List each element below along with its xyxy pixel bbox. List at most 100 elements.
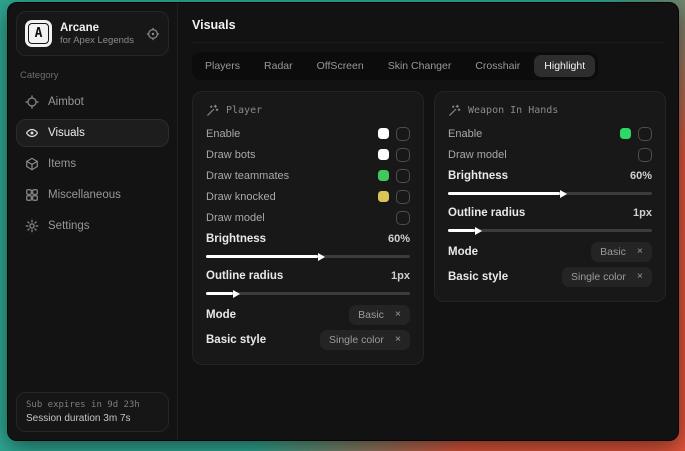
setting-label: Mode xyxy=(206,309,236,321)
gear-icon xyxy=(25,219,39,233)
slider-thumb[interactable] xyxy=(318,253,325,261)
setting-row-basic-style: Basic style Single color × xyxy=(448,264,652,289)
tab-highlight[interactable]: Highlight xyxy=(534,55,595,77)
setting-row-draw-teammates: Draw teammates xyxy=(206,165,410,186)
slider-fill xyxy=(448,192,560,195)
panels-container: PlayerEnableDraw botsDraw teammatesDraw … xyxy=(192,91,666,365)
slider-brightness[interactable] xyxy=(448,192,652,195)
app-logo-letter: A xyxy=(35,26,43,41)
setting-row-mode: Mode Basic × xyxy=(206,302,410,327)
slider-brightness[interactable] xyxy=(206,255,410,258)
sidebar-item-label: Miscellaneous xyxy=(48,189,121,201)
tag-label: Single color xyxy=(329,334,384,346)
panel-title: Player xyxy=(226,105,262,116)
app-title: Arcane xyxy=(60,22,134,34)
checkbox-draw-model[interactable] xyxy=(638,148,652,162)
setting-row-enable: Enable xyxy=(206,123,410,144)
slider-thumb[interactable] xyxy=(475,227,482,235)
color-swatch-enable[interactable] xyxy=(378,128,389,139)
app-subtitle: for Apex Legends xyxy=(60,35,134,46)
checkbox-draw-bots[interactable] xyxy=(396,148,410,162)
tab-crosshair[interactable]: Crosshair xyxy=(465,55,530,77)
setting-controls xyxy=(638,148,652,162)
category-label: Category xyxy=(20,70,165,81)
setting-label: Enable xyxy=(206,128,240,140)
panel-title: Weapon In Hands xyxy=(468,105,558,116)
tab-offscreen[interactable]: OffScreen xyxy=(307,55,374,77)
page-title: Visuals xyxy=(192,14,666,43)
sidebar-item-settings[interactable]: Settings xyxy=(16,212,169,240)
setting-controls xyxy=(378,127,410,141)
session-duration-text: Session duration 3m 7s xyxy=(26,413,159,424)
slider-fill xyxy=(206,292,233,295)
sidebar-item-label: Settings xyxy=(48,220,90,232)
tag-basic[interactable]: Basic × xyxy=(349,305,410,325)
tag-single-color[interactable]: Single color × xyxy=(320,330,410,350)
close-icon[interactable]: × xyxy=(637,246,643,257)
close-icon[interactable]: × xyxy=(395,309,401,320)
app-logo: A xyxy=(25,20,52,47)
desktop-background: A Arcane for Apex Legends Category Aimbo… xyxy=(0,0,685,451)
sidebar-item-aimbot[interactable]: Aimbot xyxy=(16,88,169,116)
setting-label: Basic style xyxy=(448,271,508,283)
setting-controls xyxy=(378,148,410,162)
slider-thumb[interactable] xyxy=(560,190,567,198)
slider-fill xyxy=(206,255,318,258)
setting-label: Outline radius xyxy=(206,270,283,282)
main-content: Visuals PlayersRadarOffScreenSkin Change… xyxy=(178,3,679,440)
close-icon[interactable]: × xyxy=(637,271,643,282)
setting-label: Draw model xyxy=(206,212,265,224)
tag-label: Single color xyxy=(571,271,626,283)
slider-row-outline-radius: Outline radius 1px xyxy=(448,202,652,239)
wand-icon xyxy=(206,104,219,117)
setting-label: Draw knocked xyxy=(206,191,276,203)
app-header-titles: Arcane for Apex Legends xyxy=(60,22,134,46)
checkbox-enable[interactable] xyxy=(638,127,652,141)
tab-skin-changer[interactable]: Skin Changer xyxy=(378,55,462,77)
sub-expiry-text: Sub expires in 9d 23h xyxy=(26,400,159,410)
setting-label: Basic style xyxy=(206,334,266,346)
setting-row-basic-style: Basic style Single color × xyxy=(206,327,410,352)
checkbox-draw-teammates[interactable] xyxy=(396,169,410,183)
wand-icon xyxy=(448,104,461,117)
tag-label: Basic xyxy=(358,309,384,321)
tag-basic[interactable]: Basic × xyxy=(591,242,652,262)
slider-outline-radius[interactable] xyxy=(448,229,652,232)
panel-player: PlayerEnableDraw botsDraw teammatesDraw … xyxy=(192,91,424,365)
sidebar-item-label: Items xyxy=(48,158,76,170)
slider-value-outline-radius: 1px xyxy=(633,207,652,219)
sidebar-item-visuals[interactable]: Visuals xyxy=(16,119,169,147)
tab-radar[interactable]: Radar xyxy=(254,55,303,77)
box-icon xyxy=(25,157,39,171)
tab-bar: PlayersRadarOffScreenSkin ChangerCrossha… xyxy=(192,52,598,80)
eye-icon xyxy=(25,126,39,140)
setting-row-enable: Enable xyxy=(448,123,652,144)
color-swatch-draw-teammates[interactable] xyxy=(378,170,389,181)
color-swatch-enable[interactable] xyxy=(620,128,631,139)
sidebar-nav: Aimbot Visuals Items Miscellaneous Settings xyxy=(16,88,169,240)
slider-fill xyxy=(448,229,475,232)
setting-label: Brightness xyxy=(206,233,266,245)
color-swatch-draw-knocked[interactable] xyxy=(378,191,389,202)
sidebar-item-miscellaneous[interactable]: Miscellaneous xyxy=(16,181,169,209)
tag-single-color[interactable]: Single color × xyxy=(562,267,652,287)
setting-row-draw-model: Draw model xyxy=(206,207,410,228)
slider-thumb[interactable] xyxy=(233,290,240,298)
target-icon[interactable] xyxy=(146,27,160,41)
grid-icon xyxy=(25,188,39,202)
close-icon[interactable]: × xyxy=(395,334,401,345)
tab-players[interactable]: Players xyxy=(195,55,250,77)
checkbox-draw-knocked[interactable] xyxy=(396,190,410,204)
sidebar: A Arcane for Apex Legends Category Aimbo… xyxy=(8,3,178,440)
setting-label: Outline radius xyxy=(448,207,525,219)
setting-controls xyxy=(378,169,410,183)
setting-label: Draw model xyxy=(448,149,507,161)
slider-outline-radius[interactable] xyxy=(206,292,410,295)
checkbox-enable[interactable] xyxy=(396,127,410,141)
slider-header-outline-radius: Outline radius1px xyxy=(206,268,410,284)
checkbox-draw-model[interactable] xyxy=(396,211,410,225)
sidebar-item-items[interactable]: Items xyxy=(16,150,169,178)
tag-label: Basic xyxy=(600,246,626,258)
color-swatch-draw-bots[interactable] xyxy=(378,149,389,160)
setting-controls xyxy=(396,211,410,225)
